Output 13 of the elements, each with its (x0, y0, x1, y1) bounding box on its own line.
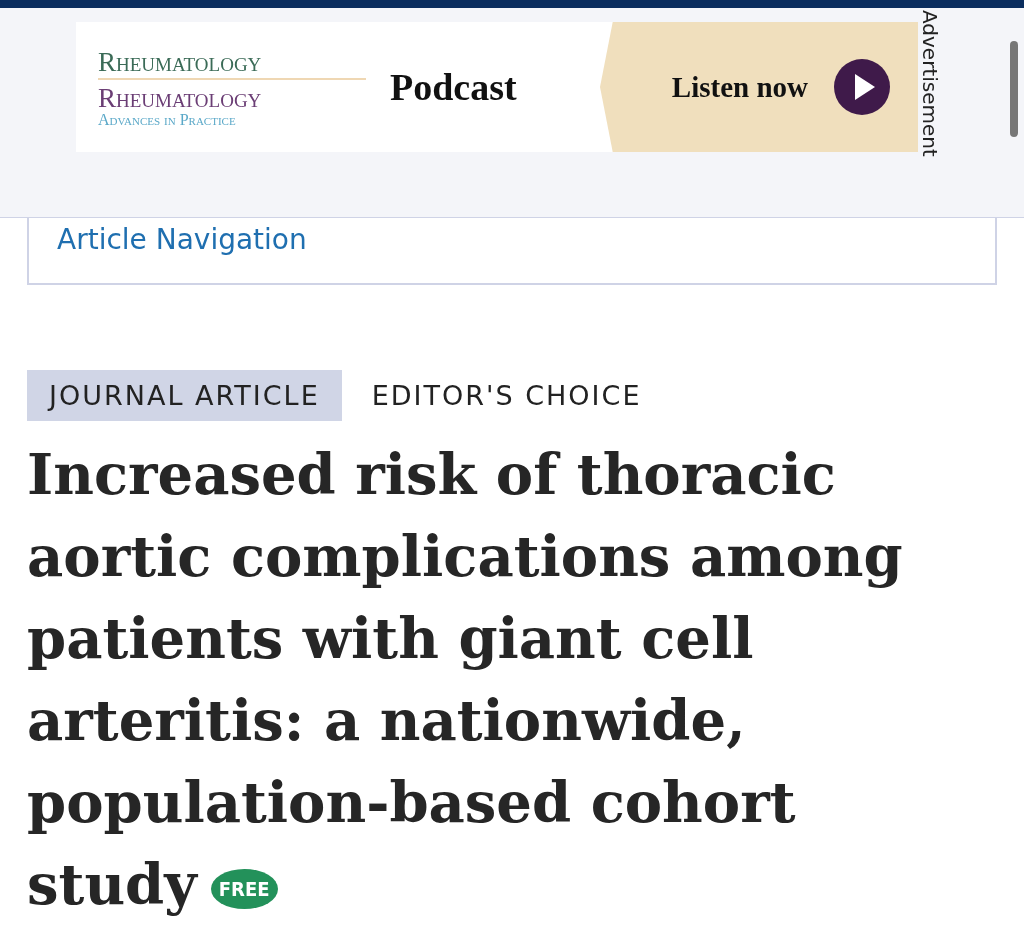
article-tag: EDITOR'S CHOICE (371, 370, 664, 421)
article-tag: JOURNAL ARTICLE (27, 370, 342, 421)
free-badge: FREE (210, 869, 278, 910)
article-title: Increased risk of thoracic aortic complications among patients with giant cell arteritis: a nationwide, population-based cohort study FREE (27, 440, 904, 919)
listen-link[interactable]: Listen now (671, 70, 808, 104)
article-navigation-link[interactable]: Article Navigation (57, 223, 307, 256)
scrollbar-thumb[interactable] (1010, 41, 1018, 137)
play-icon[interactable] (834, 59, 890, 115)
ad-label: Advertisement (918, 10, 942, 157)
ad-title: Podcast (390, 65, 518, 109)
brand-tagline: Advances in Practice (98, 112, 236, 128)
ad-banner[interactable]: Rheumatology Rheumatology Advances in Practice Podcast Listen now (76, 22, 918, 152)
brand-name: Rheumatology (98, 46, 366, 80)
